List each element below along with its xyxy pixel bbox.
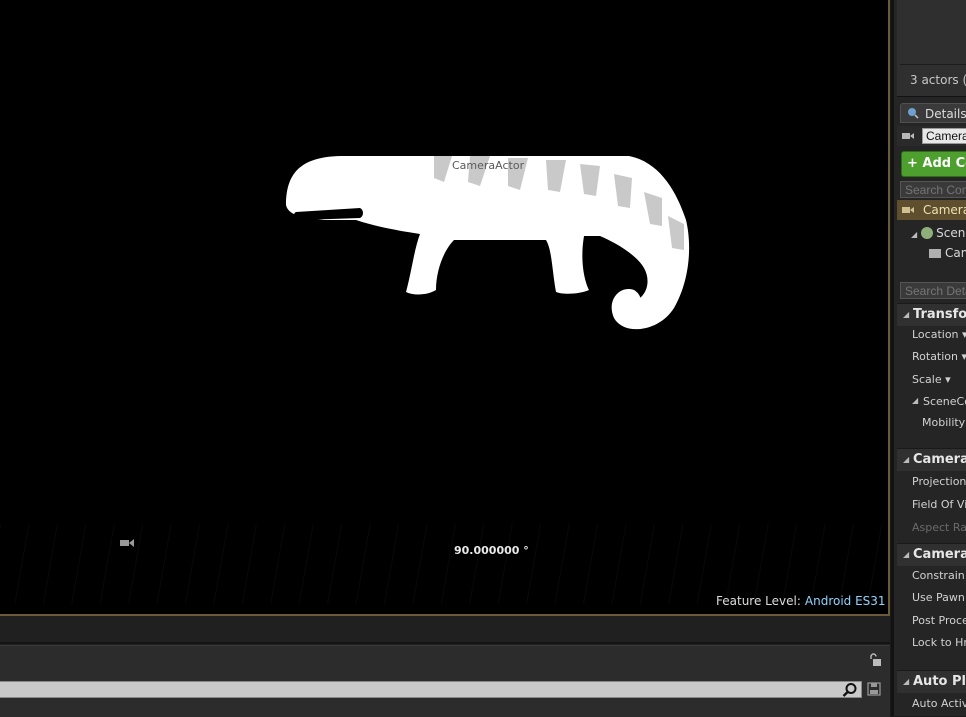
property-scene-component: SceneCor <box>923 395 966 408</box>
section-camera-settings-label: Camera S <box>913 452 966 467</box>
camera-actor-icon <box>902 133 914 139</box>
add-component-button[interactable]: + Add Co <box>901 151 966 177</box>
feature-level-value[interactable]: Android ES31 <box>805 594 886 608</box>
property-rotation-label: Rotation <box>912 350 959 363</box>
component-camera-row[interactable]: Cam <box>929 246 966 260</box>
tab-details[interactable]: Details <box>900 103 966 123</box>
property-scale-label: Scale <box>912 373 942 386</box>
details-icon <box>908 108 919 119</box>
search-icon[interactable] <box>842 682 858 698</box>
property-post-process: Post Proce <box>912 614 966 627</box>
floor-grid <box>0 524 888 604</box>
property-scale[interactable]: Scale ▾ <box>912 373 951 386</box>
section-camera-options-label: Camera O <box>913 547 966 562</box>
component-scene-label: Scene <box>936 226 966 240</box>
camera-icon[interactable] <box>120 538 134 548</box>
section-transform[interactable]: ◢ Transform <box>897 303 966 326</box>
property-aspect-ratio: Aspect Rat <box>912 521 966 534</box>
property-rotation[interactable]: Rotation ▾ <box>912 350 966 363</box>
collapse-arrow-icon: ◢ <box>903 550 910 559</box>
right-side-panel: 3 actors (1 Details + Add Co CameraA ◢ Sc… <box>891 0 966 716</box>
actor-name-field[interactable] <box>922 128 966 144</box>
dropdown-icon[interactable]: ▾ <box>962 328 966 341</box>
section-camera-options[interactable]: ◢ Camera O <box>897 543 966 566</box>
dropdown-icon[interactable]: ▾ <box>945 373 951 386</box>
selected-actor-row <box>897 126 966 146</box>
component-scene-row[interactable]: ◢ Scene <box>911 226 966 240</box>
component-root-label: CameraA <box>923 203 966 217</box>
feature-level-label: Feature Level: <box>716 594 801 608</box>
component-root-row[interactable]: CameraA <box>897 200 966 220</box>
lock-icon[interactable] <box>868 653 882 667</box>
save-search-icon[interactable] <box>867 682 881 696</box>
collapse-arrow-icon: ◢ <box>903 310 910 319</box>
expand-arrow-icon[interactable]: ◢ <box>912 396 918 405</box>
property-mobility: Mobility <box>922 416 966 429</box>
search-details-input[interactable] <box>900 282 966 299</box>
collapse-arrow-icon: ◢ <box>903 455 910 464</box>
feature-level-indicator: Feature Level: Android ES31 <box>716 594 886 608</box>
section-camera-settings[interactable]: ◢ Camera S <box>897 448 966 471</box>
collapse-arrow-icon: ◢ <box>903 677 910 686</box>
property-use-pawn: Use Pawn C <box>912 591 966 604</box>
camera-actor-icon <box>902 207 914 213</box>
divider <box>900 64 966 65</box>
property-projection: Projection <box>912 475 966 488</box>
section-auto-player-label: Auto Play <box>913 674 966 689</box>
divider <box>0 642 890 644</box>
property-field-of-view: Field Of Vie <box>912 498 966 511</box>
scene-component-icon <box>921 227 934 239</box>
actor-label: CameraActor <box>452 159 525 172</box>
property-constrain: Constrain A <box>912 569 966 582</box>
property-auto-activate: Auto Activa <box>912 697 966 710</box>
section-transform-label: Transform <box>913 307 966 322</box>
angle-readout: 90.000000 ° <box>454 544 529 557</box>
component-camera-label: Cam <box>945 246 966 260</box>
dropdown-icon[interactable]: ▾ <box>962 350 966 363</box>
search-components-input[interactable] <box>900 181 966 198</box>
property-lock-to-hmd: Lock to Hm <box>912 636 966 649</box>
chameleon-mesh[interactable] <box>284 150 696 335</box>
content-search-input[interactable] <box>0 681 862 698</box>
property-location[interactable]: Location ▾ <box>912 328 966 341</box>
tab-details-label: Details <box>925 107 966 121</box>
expand-arrow-icon[interactable]: ◢ <box>911 230 917 239</box>
camera-component-icon <box>929 249 941 258</box>
actors-count: 3 actors (1 <box>910 73 966 87</box>
section-auto-player[interactable]: ◢ Auto Play <box>897 670 966 693</box>
level-viewport[interactable]: CameraActor 90.000000 ° Feature Level: An… <box>0 0 890 616</box>
property-location-label: Location <box>912 328 959 341</box>
